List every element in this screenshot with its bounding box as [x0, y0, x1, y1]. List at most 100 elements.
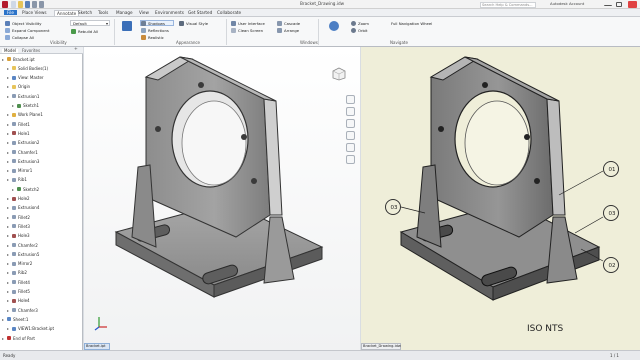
expand-toggle-icon[interactable]: ▸	[7, 177, 9, 182]
tree-item[interactable]: ▸ Extrusion4	[0, 205, 83, 210]
tab-tools[interactable]: Tools	[98, 10, 108, 15]
shadows-button[interactable]: Shadows	[140, 20, 174, 26]
tree-item[interactable]: ▸ Hole1	[0, 130, 83, 136]
save-icon[interactable]	[25, 1, 30, 8]
close-icon[interactable]	[628, 1, 637, 8]
expand-toggle-icon[interactable]: ▸	[7, 326, 9, 331]
expand-toggle-icon[interactable]: ▸	[7, 66, 9, 71]
expand-toggle-icon[interactable]: ▸	[7, 159, 9, 164]
new-icon[interactable]	[11, 1, 16, 8]
view-cube-icon[interactable]	[332, 67, 346, 81]
orbit-icon[interactable]	[346, 131, 355, 140]
home-view-icon[interactable]	[346, 95, 355, 104]
balloon-callout[interactable]: 02	[603, 257, 619, 273]
expand-component-button[interactable]: Expand Component	[4, 27, 56, 33]
expand-toggle-icon[interactable]: ▸	[7, 122, 9, 127]
expand-toggle-icon[interactable]: ▸	[7, 252, 9, 257]
tree-item[interactable]: ▸ Work Plane1	[0, 112, 83, 117]
tree-item[interactable]: ▸ Bracket.ipt	[0, 56, 83, 62]
navigation-wheel-label[interactable]: Full Navigation Wheel	[390, 20, 452, 26]
tree-item[interactable]: ▸ Hole4	[0, 298, 83, 303]
tab-annotate[interactable]: Annotate	[54, 10, 80, 16]
tab-place-views[interactable]: Place Views	[22, 10, 47, 15]
expand-toggle-icon[interactable]: ▸	[7, 215, 9, 220]
expand-toggle-icon[interactable]: ▸	[7, 224, 9, 229]
undo-icon[interactable]	[32, 1, 37, 8]
tree-item[interactable]: ▸ Hole2	[0, 196, 83, 201]
clean-screen-button[interactable]: Clean Screen	[230, 27, 272, 33]
tree-item[interactable]: ▸ Fillet4	[0, 279, 83, 285]
tree-item[interactable]: ▸ Fillet3	[0, 223, 83, 229]
expand-toggle-icon[interactable]: ▸	[7, 84, 9, 89]
tree-item[interactable]: ▸ Origin	[0, 84, 83, 89]
collapse-all-button[interactable]: Collapse All	[4, 34, 56, 40]
redo-icon[interactable]	[39, 1, 44, 8]
tree-item[interactable]: ▸ Mirror1	[0, 168, 83, 173]
tab-get-started[interactable]: Get Started	[188, 10, 212, 15]
tree-item[interactable]: ▸ Rib2	[0, 270, 83, 275]
tree-item[interactable]: ▸ VIEW1:Bracket.ipt	[0, 326, 83, 331]
expand-toggle-icon[interactable]: ▸	[7, 94, 9, 99]
expand-toggle-icon[interactable]: ▸	[2, 57, 4, 62]
expand-toggle-icon[interactable]: ▸	[7, 131, 9, 136]
expand-toggle-icon[interactable]: ▸	[7, 298, 9, 303]
tree-item[interactable]: ▸ Chamfer3	[0, 307, 83, 313]
expand-toggle-icon[interactable]: ▸	[7, 140, 9, 145]
tree-item[interactable]: ▸ Extrusion3	[0, 158, 83, 164]
tree-item[interactable]: ▸ Extrusion1	[0, 93, 83, 99]
app-menu-icon[interactable]	[2, 1, 8, 8]
expand-toggle-icon[interactable]: ▸	[7, 75, 9, 80]
expand-toggle-icon[interactable]: ▸	[7, 289, 9, 294]
tab-view[interactable]: View	[139, 10, 149, 15]
tab-environments[interactable]: Environments	[155, 10, 184, 15]
tree-item[interactable]: ▸ Fillet1	[0, 121, 83, 127]
tree-item[interactable]: ▸ Chamfer2	[0, 242, 83, 248]
balloon-callout[interactable]: 03	[385, 199, 401, 215]
expand-toggle-icon[interactable]: ▸	[7, 168, 9, 173]
expand-toggle-icon[interactable]: ▸	[12, 187, 14, 192]
expand-toggle-icon[interactable]: ▸	[7, 243, 9, 248]
tree-item[interactable]: ▸ Extrusion5	[0, 251, 83, 257]
tree-item[interactable]: ▸ Sketch1	[0, 103, 83, 108]
pan-icon[interactable]	[346, 107, 355, 116]
drawing-tab[interactable]: Bracket_Drawing.idw	[361, 343, 401, 350]
expand-toggle-icon[interactable]: ▸	[7, 270, 9, 275]
browser-tab-favorites[interactable]: Favorites	[22, 48, 40, 53]
zoom-icon[interactable]	[346, 119, 355, 128]
tab-collaborate[interactable]: Collaborate	[217, 10, 241, 15]
tab-manage[interactable]: Manage	[116, 10, 133, 15]
cascade-button[interactable]: Cascade	[276, 20, 310, 26]
full-navigation-wheel-button[interactable]	[322, 19, 346, 39]
reflections-button[interactable]: Reflections	[140, 27, 174, 33]
look-at-icon[interactable]	[346, 143, 355, 152]
minimize-icon[interactable]	[604, 1, 612, 6]
tab-file[interactable]: File	[4, 10, 18, 15]
drawing-sheet[interactable]: 01 03 02 03 ISO NTS Bracket_Drawing.idw	[361, 47, 640, 350]
expand-toggle-icon[interactable]: ▸	[7, 150, 9, 155]
arrange-button[interactable]: Arrange	[276, 27, 310, 33]
rebuild-all-button[interactable]: Rebuild All	[70, 28, 110, 34]
tree-item[interactable]: ▸ Sheet:1	[0, 316, 83, 322]
orbit-button[interactable]: Orbit	[350, 27, 384, 33]
tree-item[interactable]: ▸ Solid Bodies(1)	[0, 65, 83, 71]
tree-item[interactable]: ▸ View: Master	[0, 75, 83, 80]
tree-item[interactable]: ▸ Fillet5	[0, 289, 83, 294]
expand-toggle-icon[interactable]: ▸	[7, 308, 9, 313]
object-visibility-button[interactable]: Object Visibility	[4, 20, 56, 26]
tree-item[interactable]: ▸ Fillet2	[0, 214, 83, 220]
expand-toggle-icon[interactable]: ▸	[7, 196, 9, 201]
add-tab-icon[interactable]: +	[74, 47, 78, 53]
user-account[interactable]: Autodesk Account	[550, 2, 584, 6]
steering-wheel-icon[interactable]	[346, 155, 355, 164]
tree-item[interactable]: ▸ Chamfer1	[0, 149, 83, 155]
tree-item[interactable]: ▸ End of Part	[0, 335, 83, 341]
expand-toggle-icon[interactable]: ▸	[7, 261, 9, 266]
visual-style-label[interactable]: Visual Style	[178, 20, 218, 26]
expand-toggle-icon[interactable]: ▸	[2, 336, 4, 341]
user-interface-button[interactable]: User Interface	[230, 20, 272, 26]
realistic-button[interactable]: Realistic	[140, 34, 174, 40]
search-field[interactable]: Search Help & Commands...	[480, 1, 536, 8]
tree-item[interactable]: ▸ Sketch2	[0, 186, 83, 192]
tree-item[interactable]: ▸ Extrusion2	[0, 140, 83, 145]
expand-toggle-icon[interactable]: ▸	[2, 317, 4, 322]
